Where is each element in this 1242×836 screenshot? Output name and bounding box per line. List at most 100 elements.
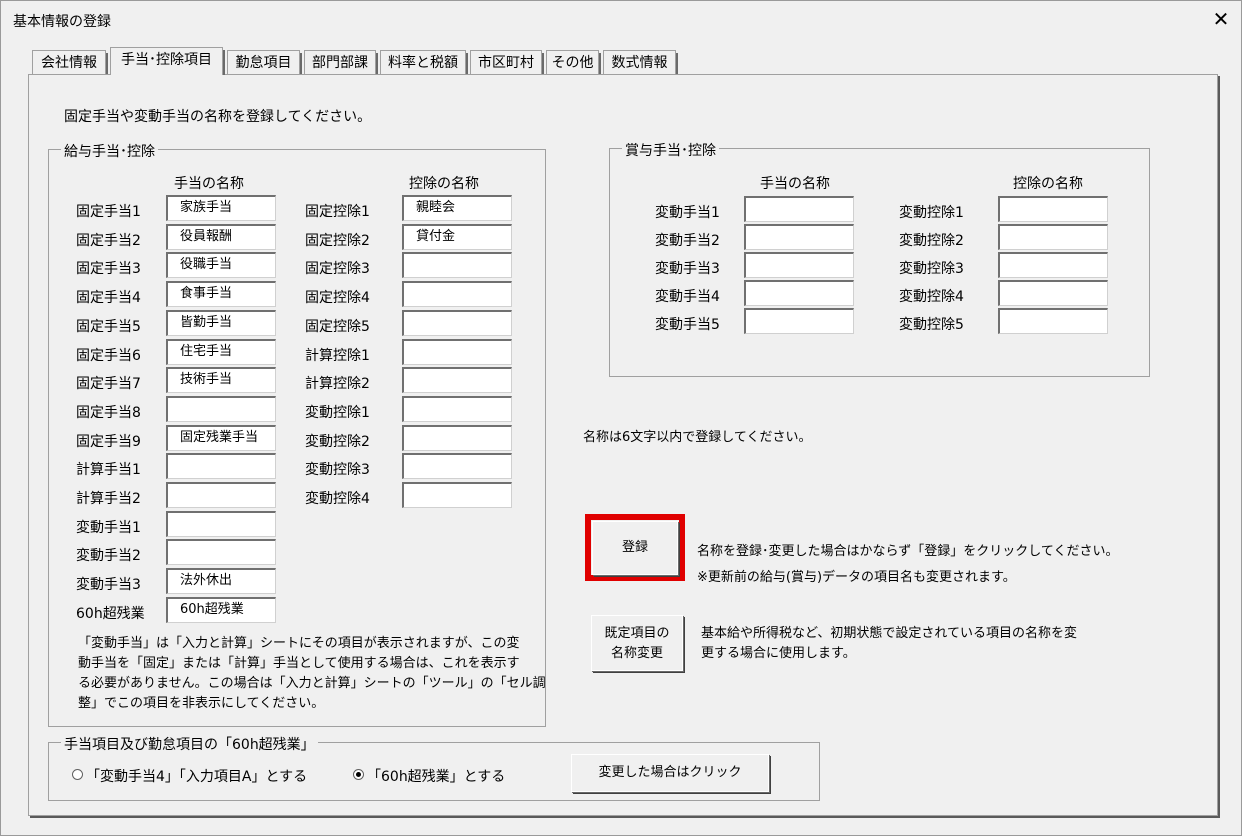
salary-allowances-field[interactable]: 食事手当 [166, 281, 276, 307]
salary-deductions-label: 固定控除3 [305, 261, 370, 277]
salary-allowances-field[interactable]: 法外休出 [166, 568, 276, 594]
salary-deductions-label: 固定控除1 [305, 204, 370, 220]
salary-allowances-label: 固定手当1 [76, 204, 141, 220]
salary-allowances-field[interactable] [166, 482, 276, 508]
salary-allowances-field[interactable]: 固定残業手当 [166, 425, 276, 451]
salary-note-line: る必要がありません。この場合は「入力と計算」シートの「ツール」の「セル調 [78, 676, 546, 691]
bonus-deductions-field[interactable] [998, 280, 1108, 306]
tab-8[interactable]: 数式情報 [603, 50, 678, 74]
salary-allowances-label: 固定手当5 [76, 319, 141, 335]
bonus-allowance-header: 手当の名称 [760, 176, 830, 192]
register-note-2: ※更新前の給与(賞与)データの項目名も変更されます。 [697, 570, 1016, 585]
salary-allowance-header: 手当の名称 [174, 176, 244, 192]
salary-deductions-field[interactable] [402, 367, 512, 393]
salary-allowances-field[interactable]: 技術手当 [166, 367, 276, 393]
rename-default-items-button[interactable]: 既定項目の 名称変更 [591, 615, 683, 671]
bonus-deductions-field[interactable] [998, 196, 1108, 222]
salary-allowances-field[interactable] [166, 453, 276, 479]
bonus-allowances-label: 変動手当5 [655, 317, 720, 333]
overtime-option1-radio[interactable] [72, 769, 83, 780]
tab-5[interactable]: 料率と税額 [380, 50, 468, 74]
tab-2[interactable]: 手当･控除項目 [110, 47, 225, 75]
register-button[interactable]: 登録 [592, 521, 678, 575]
overtime-option1-label[interactable]: 「変動手当4」「入力項目A」とする [86, 766, 307, 786]
bonus-allowances-label: 変動手当3 [655, 261, 720, 277]
salary-allowances-label: 計算手当1 [76, 462, 141, 478]
rename-button-line2: 名称変更 [610, 646, 663, 661]
salary-deductions-field[interactable] [402, 310, 512, 336]
salary-allowances-label: 変動手当1 [76, 520, 141, 536]
salary-deductions-field[interactable] [402, 425, 512, 451]
bonus-deductions-label: 変動控除5 [899, 317, 964, 333]
bonus-deductions-field[interactable] [998, 308, 1108, 334]
salary-deductions-label: 変動控除4 [305, 491, 370, 507]
instruction-text: 固定手当や変動手当の名称を登録してください。 [64, 109, 372, 125]
salary-allowances-field[interactable]: 60h超残業 [166, 597, 276, 623]
bonus-deductions-label: 変動控除2 [899, 233, 964, 249]
salary-deductions-field[interactable] [402, 453, 512, 479]
tab-6[interactable]: 市区町村 [470, 50, 544, 74]
salary-allowances-label: 固定手当2 [76, 233, 141, 249]
apply-change-button[interactable]: 変更した場合はクリック [571, 754, 769, 792]
rename-note-2: 更する場合に使用します。 [701, 646, 856, 661]
salary-allowances-label: 固定手当9 [76, 434, 141, 450]
salary-deduction-header: 控除の名称 [409, 176, 479, 192]
salary-allowances-field[interactable]: 役職手当 [166, 252, 276, 278]
rename-button-line1: 既定項目の [604, 626, 670, 641]
bonus-deductions-field[interactable] [998, 224, 1108, 250]
length-note: 名称は6文字以内で登録してください。 [583, 430, 812, 445]
rename-note-1: 基本給や所得税など、初期状態で設定されている項目の名称を変 [701, 626, 1077, 641]
salary-deductions-field[interactable]: 貸付金 [402, 224, 512, 250]
salary-allowances-label: 固定手当4 [76, 290, 141, 306]
salary-deductions-field[interactable] [402, 396, 512, 422]
bonus-allowances-field[interactable] [744, 196, 854, 222]
bonus-deductions-label: 変動控除4 [899, 289, 964, 305]
tab-1[interactable]: 会社情報 [32, 50, 108, 74]
salary-deductions-label: 固定控除2 [305, 233, 370, 249]
salary-deductions-field[interactable]: 親睦会 [402, 195, 512, 221]
salary-allowances-label: 変動手当3 [76, 577, 141, 593]
bonus-allowances-label: 変動手当2 [655, 233, 720, 249]
salary-deductions-label: 変動控除3 [305, 462, 370, 478]
salary-allowances-label: 計算手当2 [76, 491, 141, 507]
overtime-group-legend: 手当項目及び勤怠項目の「60h超残業」 [61, 734, 318, 754]
overtime-option2-label[interactable]: 「60h超残業」とする [367, 766, 505, 786]
overtime-option2-radio[interactable] [353, 769, 364, 780]
salary-allowances-field[interactable]: 家族手当 [166, 195, 276, 221]
close-icon[interactable]: ✕ [1209, 6, 1233, 32]
bonus-deduction-header: 控除の名称 [1013, 176, 1083, 192]
salary-allowances-field[interactable] [166, 539, 276, 565]
bonus-deductions-field[interactable] [998, 252, 1108, 278]
bonus-group-legend: 賞与手当･控除 [622, 140, 719, 160]
tab-3[interactable]: 勤怠項目 [227, 50, 302, 74]
salary-group-legend: 給与手当･控除 [61, 141, 158, 161]
salary-allowances-field[interactable] [166, 396, 276, 422]
salary-deductions-field[interactable] [402, 252, 512, 278]
salary-allowances-label: 60h超残業 [76, 606, 145, 622]
salary-deductions-label: 計算控除2 [305, 376, 370, 392]
salary-allowances-field[interactable]: 住宅手当 [166, 339, 276, 365]
bonus-allowances-field[interactable] [744, 280, 854, 306]
salary-deductions-label: 変動控除1 [305, 405, 370, 421]
bonus-allowances-field[interactable] [744, 308, 854, 334]
register-note-1: 名称を登録･変更した場合はかならず「登録」をクリックしてください。 [697, 544, 1119, 559]
salary-allowances-field[interactable]: 皆勤手当 [166, 310, 276, 336]
salary-note-line: 動手当を「固定」または「計算」手当として使用する場合は、これを表示す [78, 656, 520, 671]
bonus-allowances-label: 変動手当4 [655, 289, 720, 305]
salary-deductions-field[interactable] [402, 281, 512, 307]
salary-deductions-field[interactable] [402, 482, 512, 508]
salary-note-line: 整」でこの項目を非表示にしてください。 [78, 696, 325, 711]
salary-note-line: 「変動手当」は「入力と計算」シートにその項目が表示されますが、この変 [78, 636, 520, 651]
bonus-allowances-field[interactable] [744, 224, 854, 250]
salary-deductions-label: 計算控除1 [305, 348, 370, 364]
salary-allowances-field[interactable] [166, 511, 276, 537]
salary-allowances-label: 固定手当6 [76, 348, 141, 364]
salary-deductions-field[interactable] [402, 339, 512, 365]
salary-allowances-field[interactable]: 役員報酬 [166, 224, 276, 250]
salary-deductions-label: 固定控除4 [305, 290, 370, 306]
window-title: 基本情報の登録 [13, 14, 111, 30]
tab-7[interactable]: その他 [546, 50, 601, 74]
tab-4[interactable]: 部門部課 [304, 50, 378, 74]
salary-allowances-label: 固定手当7 [76, 376, 141, 392]
bonus-allowances-field[interactable] [744, 252, 854, 278]
